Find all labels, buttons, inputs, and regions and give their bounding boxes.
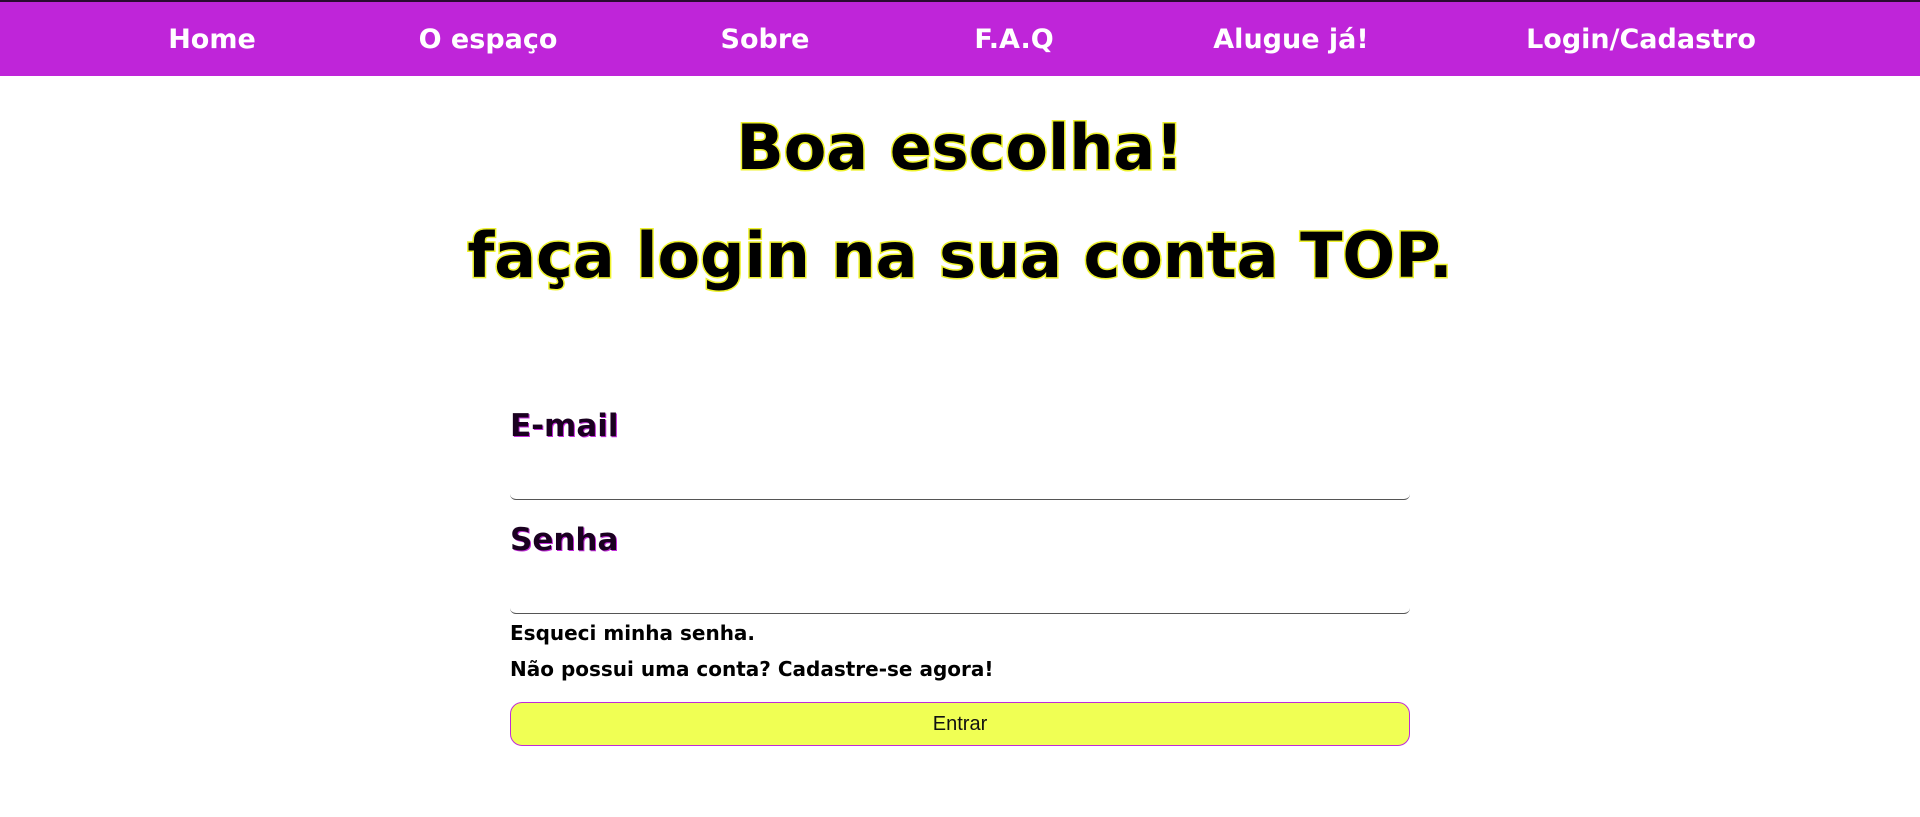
page-title: Boa escolha! [735,110,1185,186]
nav-item-sobre[interactable]: Sobre [721,22,810,58]
nav-item-alugue-ja[interactable]: Alugue já! [1213,22,1368,58]
nav-item-login-cadastro[interactable]: Login/Cadastro [1526,22,1756,58]
forgot-password-link[interactable]: Esqueci minha senha. [510,619,755,647]
nav-item-faq[interactable]: F.A.Q [974,22,1053,58]
password-label: Senha [510,522,619,558]
nav-item-home[interactable]: Home [168,22,256,58]
email-label: E-mail [510,408,619,444]
email-field[interactable] [510,456,1410,500]
nav-item-o-espaco[interactable]: O espaço [419,22,558,58]
login-submit-button[interactable]: Entrar [510,702,1410,746]
top-navbar: Home O espaço Sobre F.A.Q Alugue já! Log… [0,0,1920,76]
password-field[interactable] [510,570,1410,614]
page-subtitle: faça login na sua conta TOP. [466,218,1454,294]
signup-link[interactable]: Não possui uma conta? Cadastre-se agora! [510,655,994,683]
